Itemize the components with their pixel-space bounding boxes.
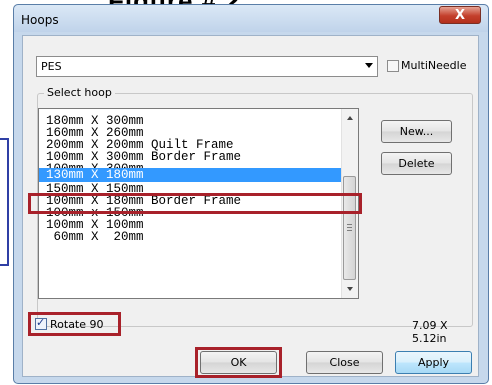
multineedle-label[interactable]: MultiNeedle (401, 59, 466, 72)
multineedle-checkbox[interactable] (387, 60, 399, 72)
list-item-selected[interactable]: 130mm X 180mm (39, 168, 343, 182)
close-icon: X (454, 8, 466, 23)
format-dropdown-value: PES (41, 60, 62, 73)
list-item[interactable]: 60mm X 20mm (39, 230, 343, 244)
grip-icon (347, 227, 352, 228)
apply-button[interactable]: Apply (395, 351, 472, 374)
delete-button[interactable]: Delete (381, 152, 452, 175)
scroll-down-arrow-icon[interactable] (347, 287, 353, 291)
grip-icon (347, 230, 352, 231)
title-bar[interactable]: Hoops X (14, 5, 488, 32)
close-button[interactable]: Close (306, 351, 383, 374)
dialog-title: Hoops (21, 13, 59, 27)
hoop-size-readout: 7.09 X 5.12in (412, 319, 448, 345)
grip-icon (347, 224, 352, 225)
chevron-down-icon (365, 63, 373, 68)
dialog-client-area: PES MultiNeedle Select hoop 180mm X 300m… (22, 35, 479, 378)
document-figure-frame (0, 138, 9, 266)
rotate-highlight-box (28, 312, 121, 336)
scrollbar-thumb[interactable] (343, 176, 356, 280)
selected-hoop-highlight-box (28, 193, 362, 214)
scroll-up-arrow-icon[interactable] (347, 116, 353, 120)
select-hoop-label: Select hoop (44, 86, 115, 99)
new-button[interactable]: New... (381, 120, 452, 143)
hoops-dialog: Hoops X PES MultiNeedle Select hoop 180m… (13, 4, 489, 384)
format-dropdown[interactable]: PES (36, 56, 378, 77)
ok-highlight-box (195, 347, 282, 378)
window-close-button[interactable]: X (439, 6, 481, 24)
